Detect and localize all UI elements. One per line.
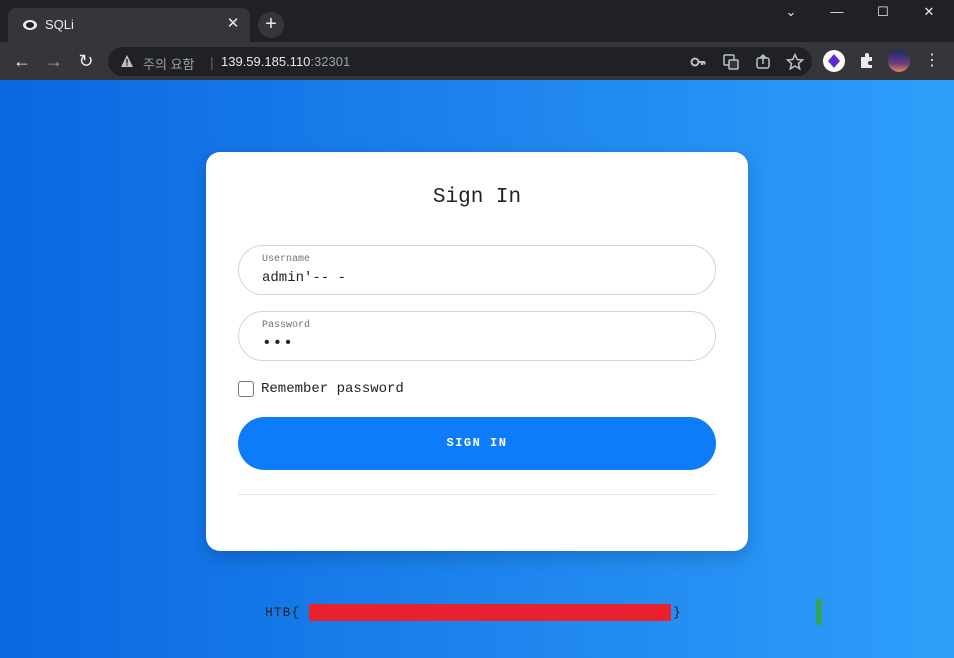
star-icon[interactable] bbox=[785, 52, 805, 72]
extension-icon[interactable] bbox=[823, 50, 845, 72]
reload-button[interactable]: ↻ bbox=[74, 49, 98, 73]
login-card: Sign In Username admin'-- - Password •••… bbox=[206, 152, 748, 551]
omnibox-separator: | bbox=[210, 54, 214, 70]
share-icon[interactable] bbox=[753, 52, 773, 72]
url-port: :32301 bbox=[310, 54, 351, 69]
tab-title: SQLi bbox=[45, 17, 74, 32]
minimize-button[interactable]: — bbox=[814, 0, 860, 26]
sign-in-button[interactable]: SIGN IN bbox=[238, 417, 716, 470]
page-title: Sign In bbox=[432, 186, 522, 209]
forward-button[interactable]: → bbox=[42, 49, 66, 73]
flag-suffix: } bbox=[673, 605, 682, 620]
menu-icon[interactable]: ⋮ bbox=[920, 49, 944, 73]
browser-toolbar: ← → ↻ 주의 요함 | 139.59.185.110:32301 ⋮ bbox=[0, 42, 954, 80]
favicon-icon bbox=[23, 20, 37, 30]
remember-label[interactable]: Remember password bbox=[261, 381, 404, 397]
key-icon[interactable] bbox=[688, 52, 708, 72]
flag-prefix: HTB{ bbox=[265, 605, 301, 620]
puzzle-icon[interactable] bbox=[856, 50, 878, 72]
text-cursor bbox=[816, 599, 822, 625]
close-window-button[interactable]: ✕ bbox=[906, 0, 952, 26]
divider bbox=[238, 494, 716, 495]
username-label: Username bbox=[262, 254, 311, 265]
password-input[interactable]: ••• bbox=[262, 334, 294, 352]
address-bar[interactable]: 주의 요함 | 139.59.185.110:32301 bbox=[108, 47, 812, 76]
username-field[interactable]: Username admin'-- - bbox=[238, 245, 716, 295]
redaction-box bbox=[309, 604, 671, 621]
remember-checkbox[interactable] bbox=[238, 381, 254, 397]
warning-icon[interactable] bbox=[120, 54, 134, 68]
new-tab-button[interactable]: + bbox=[258, 12, 284, 38]
maximize-button[interactable]: ☐ bbox=[860, 0, 906, 26]
gem-icon bbox=[828, 54, 840, 68]
security-warning-text[interactable]: 주의 요함 bbox=[143, 54, 194, 73]
translate-icon[interactable] bbox=[721, 52, 741, 72]
tab-sqli[interactable]: SQLi ✕ bbox=[8, 8, 250, 42]
title-bar: SQLi ✕ + ⌄ — ☐ ✕ bbox=[0, 0, 954, 42]
page-content: Sign In Username admin'-- - Password •••… bbox=[0, 80, 954, 658]
back-button[interactable]: ← bbox=[10, 49, 34, 73]
password-field[interactable]: Password ••• bbox=[238, 311, 716, 361]
password-label: Password bbox=[262, 320, 311, 331]
username-input[interactable]: admin'-- - bbox=[262, 270, 346, 286]
avatar[interactable] bbox=[888, 50, 910, 72]
tab-search-icon[interactable]: ⌄ bbox=[768, 0, 814, 26]
url-host: 139.59.185.110 bbox=[221, 54, 311, 69]
url-text[interactable]: 139.59.185.110:32301 bbox=[221, 54, 350, 69]
tab-close-icon[interactable]: ✕ bbox=[224, 15, 242, 33]
